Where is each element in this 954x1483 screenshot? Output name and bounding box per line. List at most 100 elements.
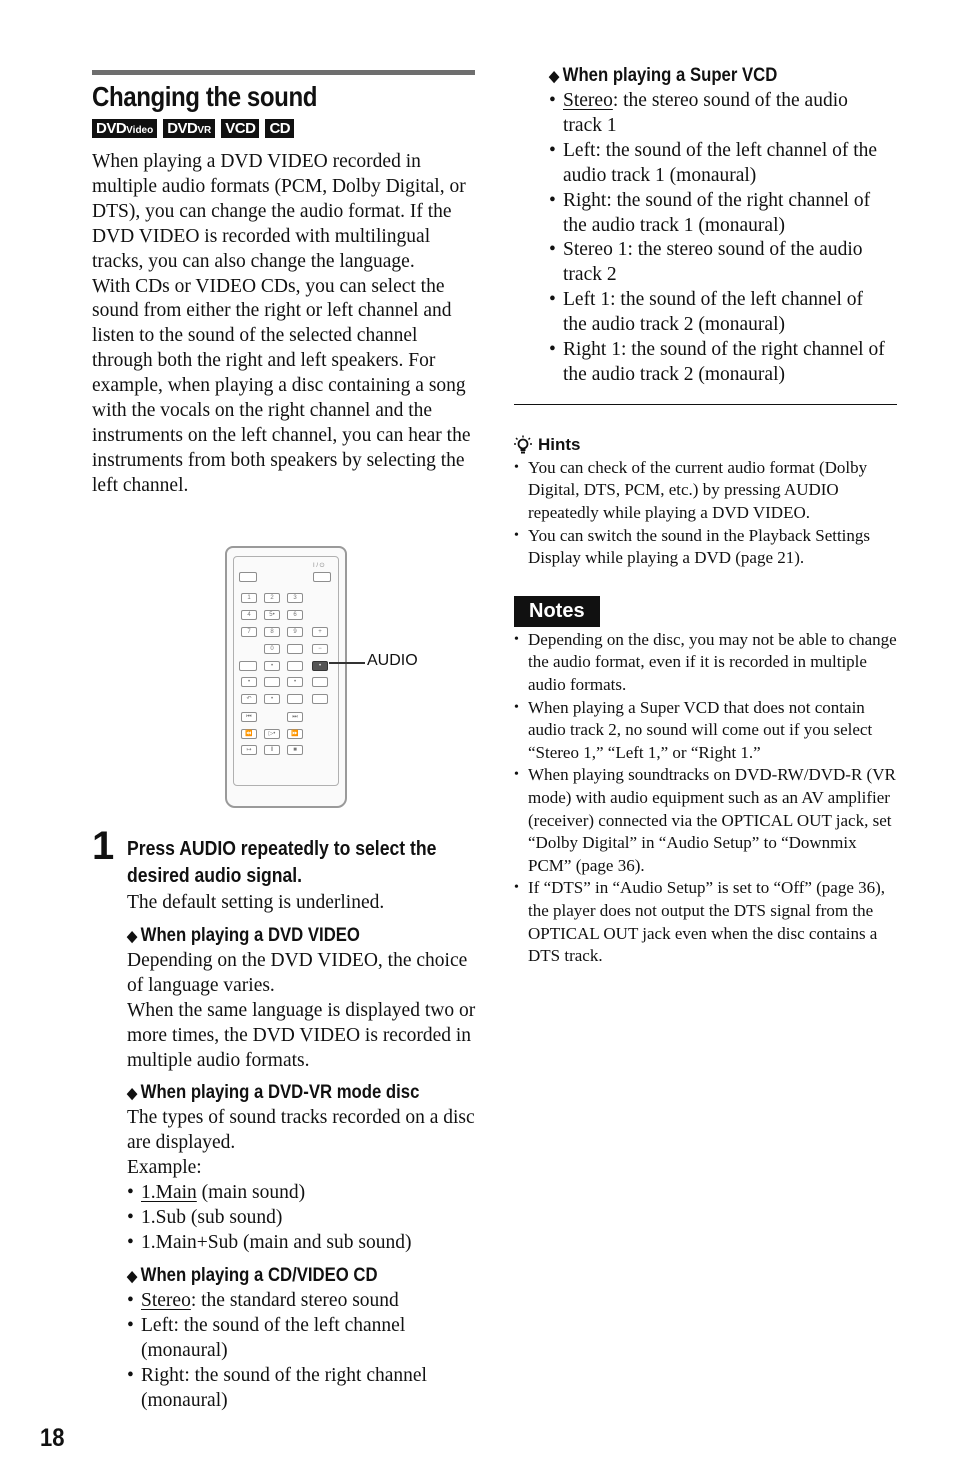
remote-body: I / ⏻ 1 2 3 4 5• 6 7 8 9 + 0 − • • • • ↶… bbox=[225, 546, 347, 808]
badge-dvd-vr: DVDVR bbox=[163, 119, 216, 138]
remote-button-8: 8 bbox=[264, 627, 280, 637]
super-vcd-options: Stereo: the stereo sound of the audio tr… bbox=[549, 89, 889, 388]
notes-list: Depending on the disc, you may not be ab… bbox=[514, 629, 898, 968]
option-term: Right bbox=[141, 1364, 185, 1386]
remote-button-2: 2 bbox=[264, 593, 280, 603]
page-title: Changing the sound bbox=[92, 81, 318, 112]
list-item: 1.Main+Sub (main and sub sound) bbox=[127, 1231, 477, 1256]
diamond-icon: ◆ bbox=[127, 927, 138, 945]
remote-button bbox=[239, 661, 257, 671]
badge-main: DVD bbox=[96, 120, 127, 137]
note-item: When playing a Super VCD that does not c… bbox=[514, 697, 898, 765]
remote-button-forward: ⏩ bbox=[287, 729, 303, 739]
list-item: Left: the sound of the left channel (mon… bbox=[127, 1314, 477, 1364]
remote-button-0: 0 bbox=[264, 644, 280, 654]
remote-button-3: 3 bbox=[287, 593, 303, 603]
remote-button-left: • bbox=[241, 677, 257, 687]
remote-button-prev: ⏮ bbox=[241, 712, 257, 722]
intro-text: When playing a DVD VIDEO recorded in mul… bbox=[92, 150, 476, 499]
option-description: : the sound of the left channel of the a… bbox=[563, 139, 878, 186]
remote-button-enter bbox=[264, 677, 280, 687]
remote-button-6: 6 bbox=[287, 610, 303, 620]
hint-item: You can check of the current audio forma… bbox=[514, 457, 898, 525]
hints-heading: Hints bbox=[514, 435, 898, 455]
lightbulb-icon bbox=[514, 435, 532, 454]
note-item: If “DTS” in “Audio Setup” is set to “Off… bbox=[514, 877, 898, 967]
remote-button-up: • bbox=[264, 661, 280, 671]
dvd-video-text-1: Depending on the DVD VIDEO, the choice o… bbox=[127, 949, 468, 996]
option-description: : the sound of the right channel of the … bbox=[563, 189, 871, 236]
hints-list: You can check of the current audio forma… bbox=[514, 457, 898, 570]
remote-button-volume-up: + bbox=[312, 627, 328, 637]
subheading-text: When playing a DVD-VR mode disc bbox=[140, 1082, 420, 1104]
option-description: (sub sound) bbox=[185, 1207, 283, 1229]
note-item: Depending on the disc, you may not be ab… bbox=[514, 629, 898, 697]
option-description: (main sound) bbox=[196, 1182, 306, 1204]
option-term: Left bbox=[563, 139, 596, 161]
remote-button bbox=[287, 661, 303, 671]
intro-paragraph-2: With CDs or VIDEO CDs, you can select th… bbox=[92, 275, 471, 496]
badge-suffix: Video bbox=[126, 125, 154, 136]
remote-button-7: 7 bbox=[241, 627, 257, 637]
remote-button bbox=[239, 572, 257, 582]
option-description: : the sound of the right channel (monaur… bbox=[141, 1364, 427, 1411]
remote-button-next: ⏭ bbox=[287, 712, 303, 722]
list-item: Stereo: the stereo sound of the audio tr… bbox=[549, 89, 889, 139]
option-term: 1.Sub bbox=[141, 1207, 186, 1229]
list-item: Stereo 1: the stereo sound of the audio … bbox=[549, 238, 889, 288]
power-button bbox=[313, 572, 331, 582]
diamond-icon: ◆ bbox=[127, 1085, 138, 1103]
list-item: Right: the sound of the right channel of… bbox=[549, 189, 889, 239]
option-term: Right bbox=[563, 189, 607, 211]
option-term-default: Stereo bbox=[141, 1289, 191, 1311]
remote-button-1: 1 bbox=[241, 593, 257, 603]
remote-button-down: • bbox=[264, 694, 280, 704]
remote-button-4: 4 bbox=[241, 610, 257, 620]
section-divider bbox=[514, 403, 897, 405]
subheading-dvd-vr: ◆ When playing a DVD-VR mode disc bbox=[127, 1081, 435, 1106]
callout-line bbox=[329, 662, 365, 664]
note-item: When playing soundtracks on DVD-RW/DVD-R… bbox=[514, 764, 898, 877]
badge-cd: CD bbox=[265, 119, 295, 138]
badge-main: DVD bbox=[167, 120, 198, 137]
option-term: Right 1 bbox=[563, 339, 621, 361]
step-title: Press AUDIO repeatedly to select the des… bbox=[127, 838, 437, 887]
badge-suffix: VR bbox=[197, 125, 212, 136]
badge-main: VCD bbox=[225, 120, 256, 137]
cd-vcd-options: Stereo: the standard stereo sound Left: … bbox=[127, 1289, 477, 1414]
dvd-vr-text-1: The types of sound tracks recorded on a … bbox=[127, 1107, 475, 1154]
remote-button-audio: • bbox=[312, 661, 328, 671]
remote-button bbox=[312, 677, 328, 687]
remote-button bbox=[287, 694, 303, 704]
subheading-text: When playing a DVD VIDEO bbox=[140, 924, 360, 946]
disc-type-badges: DVDVideo DVDVR VCD CD bbox=[92, 119, 476, 138]
option-term: Left 1 bbox=[563, 289, 611, 311]
option-description: : the sound of the left channel (monaura… bbox=[141, 1314, 406, 1361]
remote-button-slow: ▷• bbox=[264, 729, 280, 739]
option-term: 1.Main+Sub bbox=[141, 1231, 239, 1253]
step-number: 1 bbox=[92, 824, 115, 868]
remote-button-rewind: ⏪ bbox=[241, 729, 257, 739]
remote-button-right: • bbox=[287, 677, 303, 687]
option-term: Left bbox=[141, 1314, 174, 1336]
remote-button-volume-down: − bbox=[312, 644, 328, 654]
list-item: Stereo: the standard stereo sound bbox=[127, 1289, 477, 1314]
hint-item: You can switch the sound in the Playback… bbox=[514, 525, 898, 570]
option-description: : the standard stereo sound bbox=[190, 1289, 399, 1311]
callout-label-audio: AUDIO bbox=[367, 652, 418, 669]
subheading-text: When playing a CD/VIDEO CD bbox=[140, 1264, 378, 1286]
diamond-icon: ◆ bbox=[127, 1267, 138, 1285]
subheading-dvd-video: ◆ When playing a DVD VIDEO bbox=[127, 924, 435, 949]
list-item: 1.Main (main sound) bbox=[127, 1181, 477, 1206]
subheading-text: When playing a Super VCD bbox=[562, 65, 778, 86]
step-body: Press AUDIO repeatedly to select the des… bbox=[127, 836, 477, 1413]
option-term-default: Stereo bbox=[563, 90, 613, 111]
remote-button-5: 5• bbox=[264, 610, 280, 620]
remote-button bbox=[287, 644, 303, 654]
list-item: Right: the sound of the right channel (m… bbox=[127, 1364, 477, 1414]
power-label: I / ⏻ bbox=[313, 563, 325, 569]
subheading-super-vcd: ◆ When playing a Super VCD bbox=[549, 64, 856, 89]
remote-button-stop: ■ bbox=[287, 745, 303, 755]
remote-button-9: 9 bbox=[287, 627, 303, 637]
remote-button-play: ↦ bbox=[241, 745, 257, 755]
